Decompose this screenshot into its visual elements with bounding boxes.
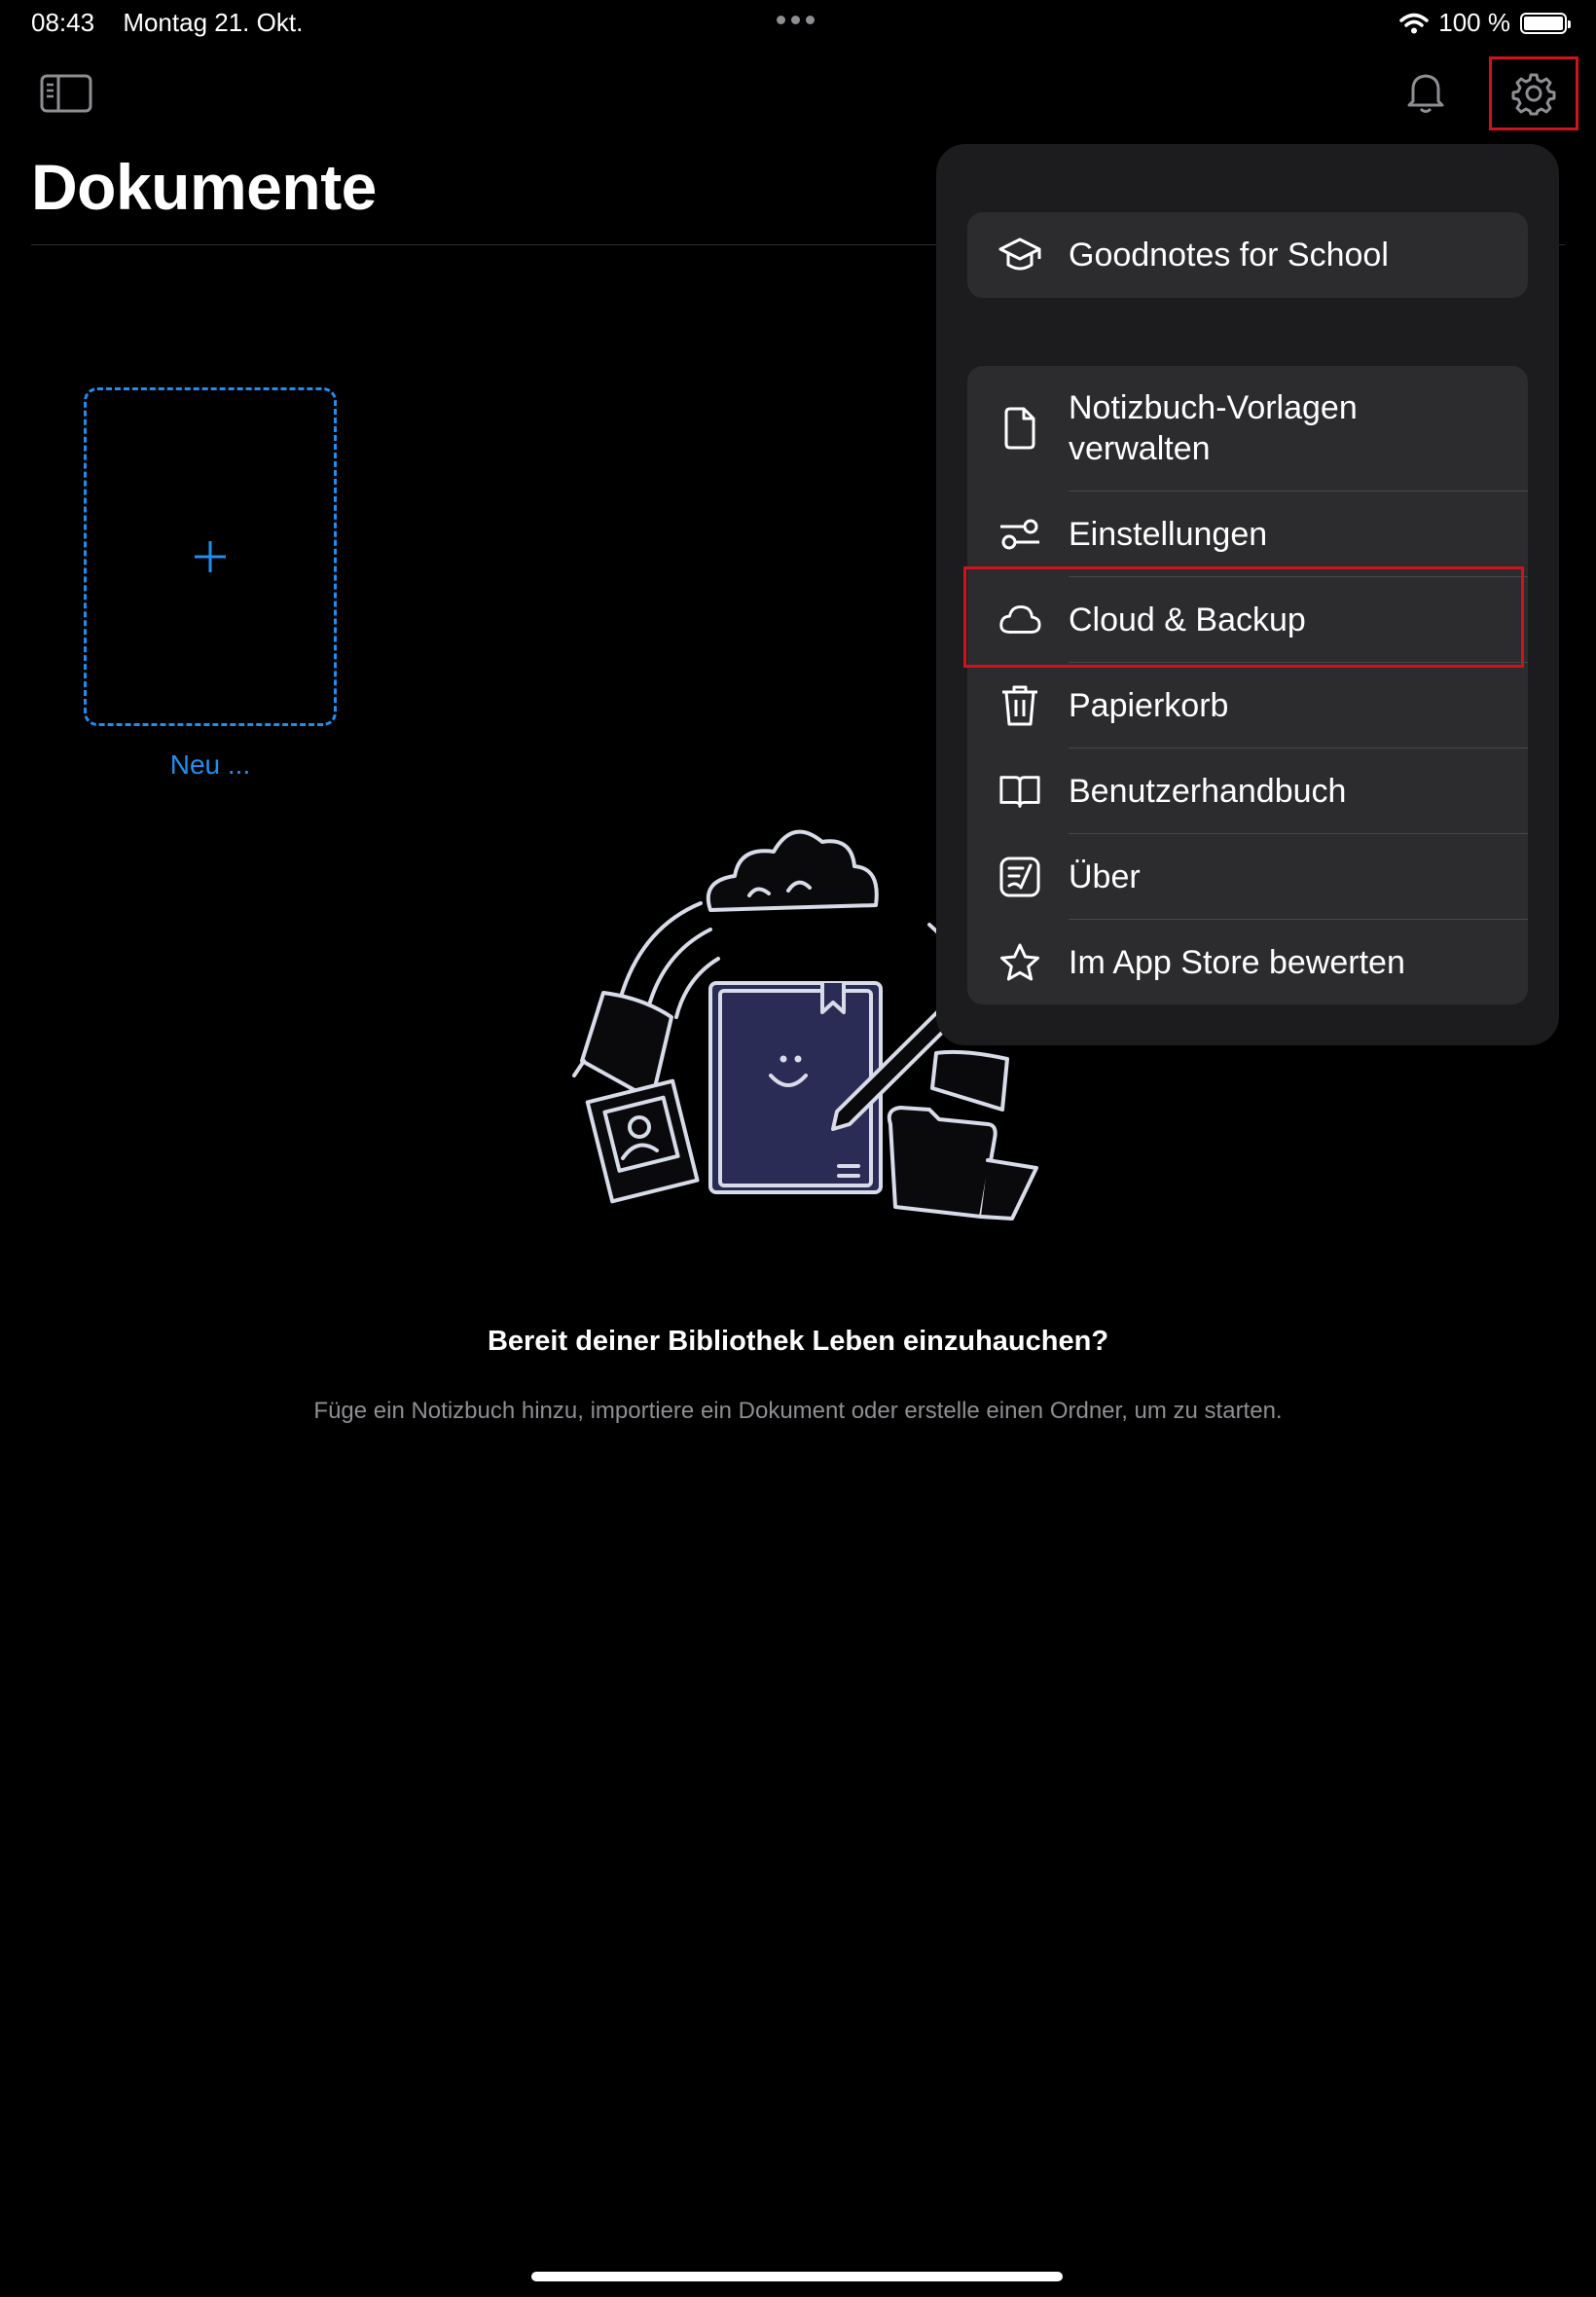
home-indicator[interactable]: [531, 2272, 1063, 2281]
menu-label-templates: Notizbuch-Vorlagen verwalten: [1069, 389, 1358, 467]
status-bar: 08:43 Montag 21. Okt. 100 %: [0, 0, 1596, 47]
status-right: 100 %: [1399, 8, 1571, 38]
gear-icon: [1511, 73, 1556, 116]
menu-item-settings[interactable]: Einstellungen: [967, 492, 1528, 576]
cloud-backup-highlight-box: [963, 566, 1524, 668]
menu-label-settings: Einstellungen: [1069, 515, 1268, 553]
notifications-button[interactable]: [1401, 68, 1456, 123]
menu-label-about: Über: [1069, 857, 1141, 895]
menu-label-school: Goodnotes for School: [1069, 237, 1389, 273]
menu-item-rate-app[interactable]: Im App Store bewerten: [967, 920, 1528, 1004]
menu-list: Notizbuch-Vorlagen verwalten Einstellung…: [963, 366, 1528, 1004]
trash-icon: [998, 684, 1041, 727]
star-icon: [998, 941, 1041, 984]
menu-item-user-guide[interactable]: Benutzerhandbuch: [967, 748, 1528, 833]
graduation-cap-icon: [998, 234, 1041, 276]
sidebar-toggle-button[interactable]: [39, 72, 97, 121]
empty-state-heading: Bereit deiner Bibliothek Leben einzuhauc…: [487, 1326, 1109, 1357]
settings-button[interactable]: [1489, 56, 1578, 130]
new-document-tile[interactable]: [84, 387, 337, 726]
battery-percentage: 100 %: [1438, 8, 1510, 37]
empty-state-subtext: Füge ein Notizbuch hinzu, importiere ein…: [313, 1398, 1283, 1424]
status-time-date: 08:43 Montag 21. Okt.: [31, 8, 303, 38]
status-date: Montag 21. Okt.: [123, 8, 304, 37]
menu-item-templates[interactable]: Notizbuch-Vorlagen verwalten: [967, 366, 1528, 491]
menu-label-rate-app: Im App Store bewerten: [1069, 943, 1405, 981]
bell-icon: [1407, 74, 1444, 113]
menu-item-about[interactable]: Über: [967, 834, 1528, 919]
sidebar-toggle-icon: [40, 74, 92, 113]
settings-menu: Goodnotes for School Notizbuch-Vorlagen …: [936, 144, 1559, 1045]
menu-label-user-guide: Benutzerhandbuch: [1069, 772, 1347, 810]
multitasking-dots-icon[interactable]: [777, 16, 815, 24]
document-icon: [998, 407, 1041, 450]
book-icon: [998, 770, 1041, 813]
wifi-icon: [1399, 13, 1430, 33]
page-title: Dokumente: [31, 151, 377, 223]
status-time: 08:43: [31, 8, 95, 37]
sliders-icon: [998, 513, 1041, 556]
school-card: Goodnotes for School: [967, 212, 1528, 298]
menu-item-goodnotes-for-school[interactable]: Goodnotes for School: [967, 212, 1528, 298]
menu-label-trash: Papierkorb: [1069, 686, 1229, 724]
plus-icon: [195, 541, 226, 572]
menu-item-trash[interactable]: Papierkorb: [967, 663, 1528, 747]
battery-icon: [1520, 12, 1571, 34]
goodnotes-logo-icon: [998, 856, 1041, 898]
new-document-label[interactable]: Neu ...: [84, 749, 337, 781]
